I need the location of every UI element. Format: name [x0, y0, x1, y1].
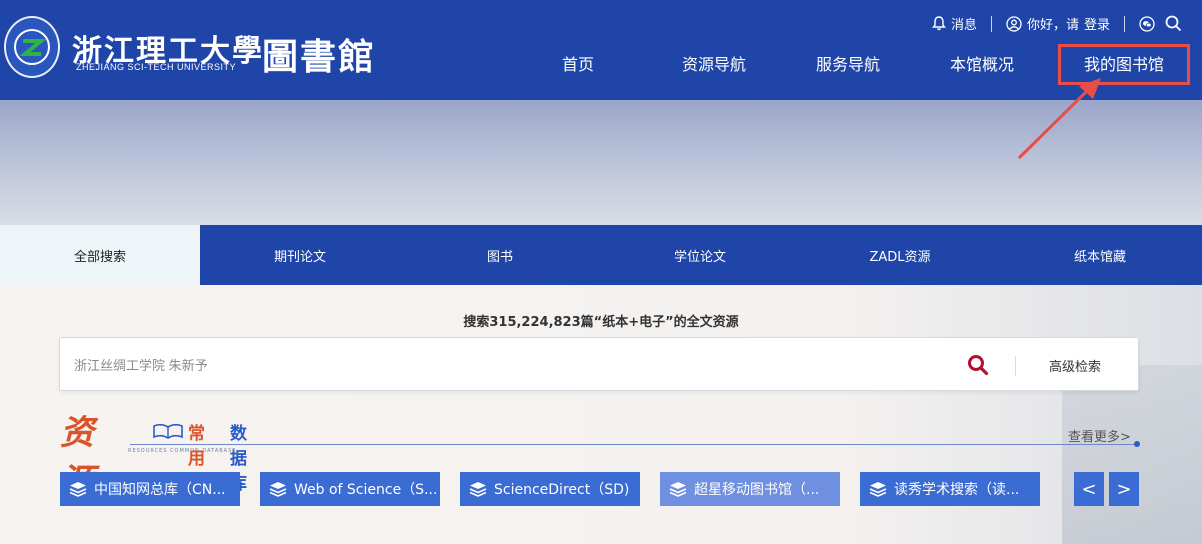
toolbar-divider: [990, 15, 992, 32]
wechat-button[interactable]: [1139, 15, 1155, 32]
section-underline: [130, 444, 1136, 445]
database-label: Web of Science（S...: [294, 482, 438, 498]
carousel-next-button[interactable]: >: [1109, 472, 1139, 506]
tab-print[interactable]: 纸本馆藏: [1000, 225, 1200, 285]
tab-all[interactable]: 全部搜索: [0, 225, 200, 285]
database-stack-icon: [469, 482, 487, 497]
resource-count-text: 搜索315,224,823篇“纸本+电子”的全文资源: [463, 315, 739, 330]
search-icon: [1165, 15, 1182, 32]
greeting-text: 你好，请: [1026, 18, 1079, 33]
open-book-icon: [153, 423, 183, 439]
search-box: 高级检索: [59, 337, 1139, 391]
advanced-search-link[interactable]: 高级检索: [1049, 356, 1101, 375]
wechat-icon: [1139, 15, 1155, 32]
tab-books[interactable]: 图书: [400, 225, 600, 285]
search-input[interactable]: [74, 350, 934, 380]
toolbar-divider: [1124, 15, 1125, 32]
database-stack-icon: [669, 482, 687, 497]
top-toolbar: 消息 你好，请 登录: [932, 14, 1182, 33]
database-stack-icon: [869, 482, 887, 497]
view-more-link[interactable]: 查看更多>: [1068, 426, 1131, 445]
search-divider: [1015, 356, 1016, 376]
login-link[interactable]: 登录: [1084, 14, 1110, 33]
background-building: [1062, 365, 1202, 544]
university-name-en: ZHEJIANG SCI-TECH UNIVERSITY: [76, 62, 237, 72]
hero-banner: [0, 100, 1202, 225]
main-content: 搜索315,224,823篇“纸本+电子”的全文资源 高级检索 资源 常用 数据…: [0, 285, 1202, 544]
nav-resources[interactable]: 资源导航: [682, 54, 746, 76]
database-button[interactable]: Web of Science（S...: [260, 472, 440, 506]
section-underline-dot: [1134, 441, 1140, 447]
tab-theses[interactable]: 学位论文: [600, 225, 800, 285]
resources-title-en: RESOURCES COMMON DATABASE: [128, 448, 237, 454]
carousel-prev-button[interactable]: <: [1074, 472, 1104, 506]
search-tabs: 全部搜索 期刊论文 图书 学位论文 ZADL资源 纸本馆藏: [0, 225, 1202, 285]
database-button[interactable]: 超星移动图书馆（...: [660, 472, 840, 506]
messages-link[interactable]: 消息: [932, 14, 977, 33]
database-label: ScienceDirect（SD): [494, 482, 630, 498]
tab-journals[interactable]: 期刊论文: [200, 225, 400, 285]
nav-home[interactable]: 首页: [562, 54, 594, 76]
seal-icon: [14, 29, 50, 65]
main-nav: 首页 资源导航 服务导航 本馆概况 我的图书馆: [530, 44, 1190, 86]
database-stack-icon: [269, 482, 287, 497]
user-greeting: 你好，请 登录: [1006, 14, 1110, 33]
user-icon: [1006, 15, 1022, 32]
database-label: 超星移动图书馆（...: [694, 482, 820, 498]
university-seal-logo[interactable]: [4, 16, 60, 78]
nav-my-library[interactable]: 我的图书馆: [1084, 54, 1164, 76]
search-submit-button[interactable]: [967, 354, 989, 380]
tab-zadl[interactable]: ZADL资源: [800, 225, 1000, 285]
nav-services[interactable]: 服务导航: [816, 54, 880, 76]
database-label: 中国知网总库（CN...: [94, 482, 226, 498]
messages-label: 消息: [950, 18, 977, 33]
site-header: 浙江理工大學 ZHEJIANG SCI-TECH UNIVERSITY 圖書館 …: [0, 0, 1202, 100]
search-icon: [968, 355, 989, 376]
nav-about[interactable]: 本馆概况: [950, 54, 1014, 76]
database-stack-icon: [69, 482, 87, 497]
database-button[interactable]: ScienceDirect（SD): [460, 472, 640, 506]
bell-icon: [932, 16, 946, 31]
database-button[interactable]: 中国知网总库（CN...: [60, 472, 240, 506]
search-button[interactable]: [1165, 15, 1182, 32]
database-button[interactable]: 读秀学术搜索（读...: [860, 472, 1040, 506]
database-label: 读秀学术搜索（读...: [894, 482, 1020, 498]
library-name: 圖書館: [262, 37, 377, 77]
